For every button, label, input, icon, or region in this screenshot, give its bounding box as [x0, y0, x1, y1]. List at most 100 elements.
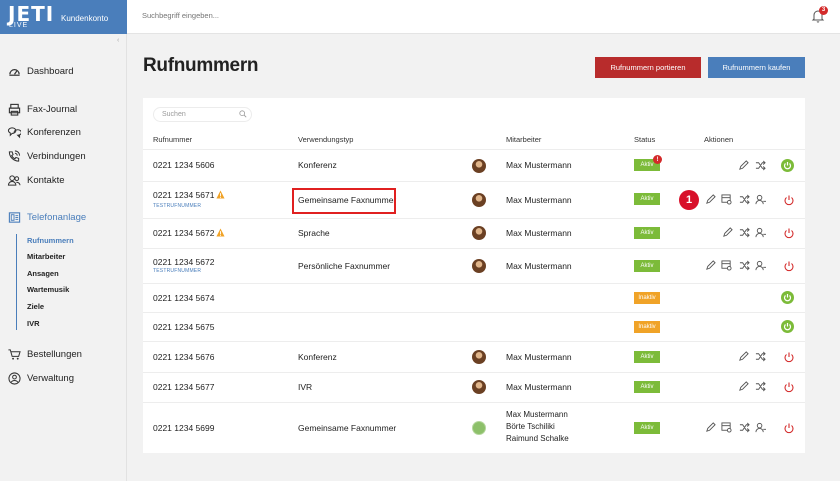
power-on-icon[interactable]	[781, 159, 794, 172]
submenu-item-rufnummern[interactable]: Rufnummern	[27, 236, 74, 245]
status-badge: Inaktiv	[634, 292, 660, 304]
usage-type: Konferenz	[298, 352, 337, 362]
fax-settings-icon[interactable]	[721, 194, 732, 205]
group-avatar	[472, 421, 486, 435]
collapse-icon[interactable]: ‹	[117, 37, 119, 44]
table-row[interactable]: 0221 1234 5671 TESTRUFNUMMER Gemeinsame …	[143, 182, 805, 218]
alert-badge: !	[653, 155, 662, 164]
sidebar-item-konferenzen[interactable]: Konferenzen	[7, 123, 81, 141]
power-off-icon[interactable]	[783, 227, 795, 239]
global-search-input[interactable]	[142, 11, 342, 20]
column-header-status[interactable]: Status	[634, 135, 655, 144]
topbar: 3	[127, 0, 840, 34]
edit-icon[interactable]	[738, 351, 749, 362]
table-row[interactable]: 0221 1234 5674 Inaktiv	[143, 284, 805, 312]
sidebar-item-telefonanlage[interactable]: Telefonanlage	[7, 208, 86, 226]
submenu-line	[16, 234, 17, 330]
forward-icon[interactable]	[755, 160, 766, 171]
logo-bar[interactable]: JETI LIVE Kundenkonto	[0, 0, 127, 34]
edit-icon[interactable]	[738, 381, 749, 392]
power-off-icon[interactable]	[783, 260, 795, 272]
numbers-table-panel: Suchen Rufnummer Verwendungstyp Mitarbei…	[143, 98, 805, 453]
power-off-icon[interactable]	[783, 422, 795, 434]
status-badge: Aktiv	[634, 227, 660, 239]
sidebar-item-dashboard[interactable]: Dashboard	[7, 62, 73, 80]
annotation-marker: 1	[679, 190, 699, 210]
assign-user-icon[interactable]	[755, 422, 766, 433]
forward-icon[interactable]	[739, 194, 750, 205]
employee-name: Max Mustermann	[506, 352, 572, 362]
status-badge: Aktiv	[634, 381, 660, 393]
status-badge: Aktiv	[634, 260, 660, 272]
status-badge: Aktiv	[634, 351, 660, 363]
table-row[interactable]: 0221 1234 5606 Konferenz Max Mustermann …	[143, 150, 805, 181]
avatar	[472, 226, 486, 240]
assign-user-icon[interactable]	[755, 227, 766, 238]
table-row[interactable]: 0221 1234 5672 Sprache Max Mustermann Ak…	[143, 219, 805, 248]
test-number-label: TESTRUFNUMMER	[153, 203, 202, 209]
fax-settings-icon[interactable]	[721, 260, 732, 271]
submenu-item-ziele[interactable]: Ziele	[27, 302, 44, 311]
submenu-item-mitarbeiter[interactable]: Mitarbeiter	[27, 252, 65, 261]
table-row[interactable]: 0221 1234 5676 Konferenz Max Mustermann …	[143, 342, 805, 372]
warning-icon	[216, 228, 226, 237]
table-row[interactable]: 0221 1234 5699 Gemeinsame Faxnummer Max …	[143, 403, 805, 453]
edit-icon[interactable]	[705, 260, 716, 271]
power-off-icon[interactable]	[783, 381, 795, 393]
column-header-aktionen: Aktionen	[704, 135, 734, 144]
dashboard-icon	[7, 64, 21, 78]
forward-icon[interactable]	[739, 260, 750, 271]
phone-system-icon	[7, 210, 21, 224]
search-icon	[239, 110, 247, 118]
edit-icon[interactable]	[738, 160, 749, 171]
edit-icon[interactable]	[705, 194, 716, 205]
sidebar-item-verbindungen[interactable]: Verbindungen	[7, 147, 86, 165]
employee-name: Max Mustermann	[506, 261, 572, 271]
power-off-icon[interactable]	[783, 194, 795, 206]
phone-number: 0221 1234 5675	[153, 322, 215, 332]
employee-name: Max Mustermann	[506, 195, 572, 205]
forward-icon[interactable]	[739, 422, 750, 433]
sidebar-item-bestellungen[interactable]: Bestellungen	[7, 345, 82, 363]
sidebar-item-label: Konferenzen	[27, 126, 81, 138]
sidebar-item-label: Verbindungen	[27, 150, 86, 162]
power-on-icon[interactable]	[781, 320, 794, 333]
sidebar-item-label: Bestellungen	[27, 348, 82, 360]
column-header-mitarbeiter[interactable]: Mitarbeiter	[506, 135, 541, 144]
status-badge: Aktiv	[634, 422, 660, 434]
sidebar-item-fax-journal[interactable]: Fax-Journal	[7, 100, 77, 118]
table-row[interactable]: 0221 1234 5672 TESTRUFNUMMER Persönliche…	[143, 249, 805, 283]
power-on-icon[interactable]	[781, 291, 794, 304]
employee-name: Max Mustermann	[506, 382, 572, 392]
employee-name: Max Mustermann	[506, 410, 568, 419]
table-row[interactable]: 0221 1234 5677 IVR Max Mustermann Aktiv	[143, 373, 805, 402]
port-numbers-button[interactable]: Rufnummern portieren	[595, 57, 701, 78]
column-header-verwendungstyp[interactable]: Verwendungstyp	[298, 135, 353, 144]
usage-type: Konferenz	[298, 160, 337, 170]
assign-user-icon[interactable]	[755, 194, 766, 205]
forward-icon[interactable]	[739, 227, 750, 238]
assign-user-icon[interactable]	[755, 260, 766, 271]
forward-icon[interactable]	[755, 381, 766, 392]
phone-number: 0221 1234 5674	[153, 293, 215, 303]
phone-number: 0221 1234 5677	[153, 382, 215, 392]
submenu-item-ivr[interactable]: IVR	[27, 319, 40, 328]
fax-settings-icon[interactable]	[721, 422, 732, 433]
edit-icon[interactable]	[722, 227, 733, 238]
buy-numbers-button[interactable]: Rufnummern kaufen	[708, 57, 805, 78]
phone-number: 0221 1234 5672	[153, 228, 226, 238]
submenu-item-ansagen[interactable]: Ansagen	[27, 269, 59, 278]
page-title: Rufnummern	[143, 55, 259, 76]
power-off-icon[interactable]	[783, 351, 795, 363]
avatar	[472, 259, 486, 273]
edit-icon[interactable]	[705, 422, 716, 433]
sidebar-item-kontakte[interactable]: Kontakte	[7, 171, 65, 189]
table-row[interactable]: 0221 1234 5675 Inaktiv	[143, 313, 805, 341]
sidebar-item-verwaltung[interactable]: Verwaltung	[7, 369, 74, 387]
forward-icon[interactable]	[755, 351, 766, 362]
avatar	[472, 193, 486, 207]
submenu-item-wartemusik[interactable]: Wartemusik	[27, 285, 69, 294]
table-search-input[interactable]: Suchen	[153, 107, 252, 122]
test-number-label: TESTRUFNUMMER	[153, 268, 202, 274]
column-header-rufnummer[interactable]: Rufnummer	[153, 135, 192, 144]
